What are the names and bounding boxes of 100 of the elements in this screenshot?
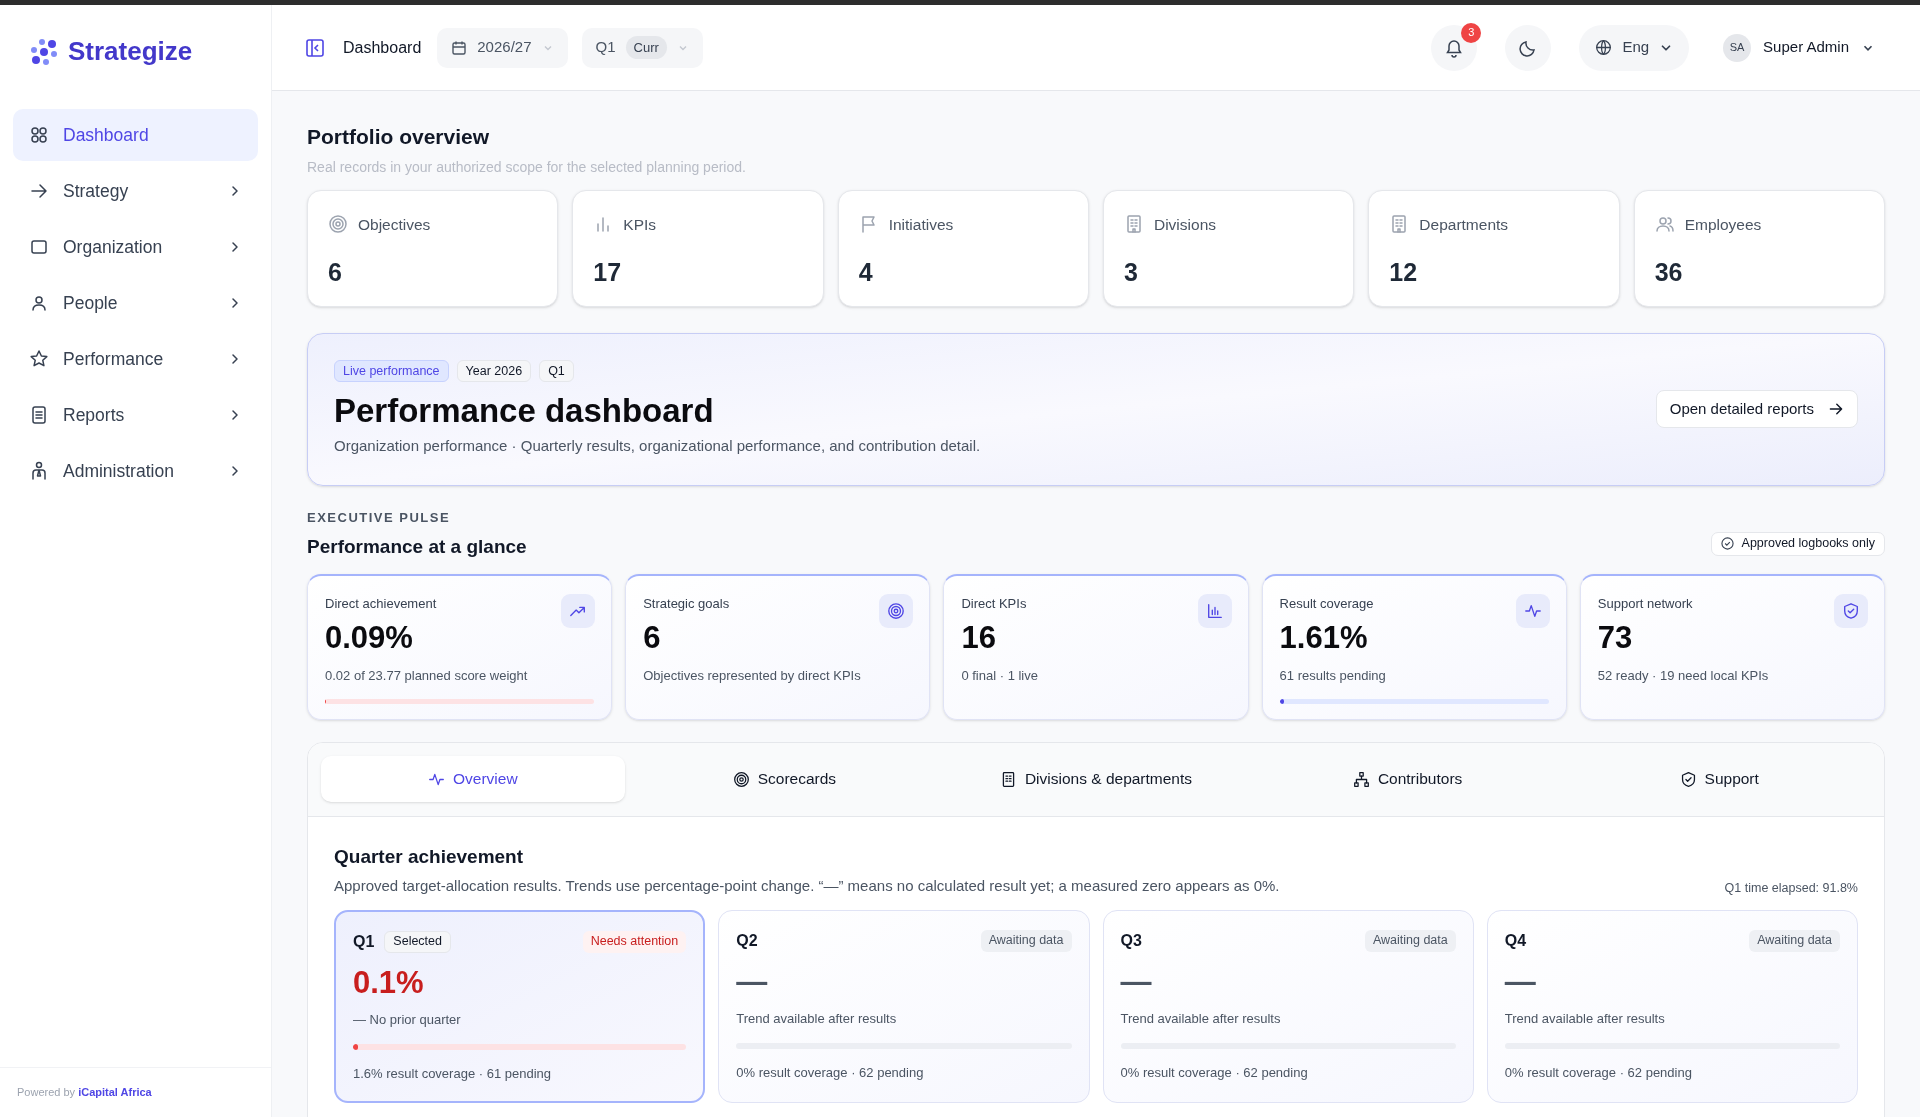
metric-label: Support network [1597, 594, 1693, 613]
metric-note: 52 ready · 19 need local KPIs [1597, 666, 1769, 685]
quarter-label: Q3 [1120, 930, 1142, 951]
star-icon [29, 349, 49, 369]
stat-label: Departments [1419, 214, 1509, 235]
quarter-value: — [736, 962, 768, 1001]
nav-item[interactable]: Dashboard [13, 109, 258, 161]
trend-note: Trend available after results [1504, 1010, 1665, 1029]
quarter-card[interactable]: Q4 Awaiting data — Trend available after results 0% result coverage · 62 pending [1486, 909, 1858, 1103]
status-tag: Awaiting data [1749, 929, 1840, 952]
stat-value: 12 [1389, 256, 1419, 288]
target-icon [732, 770, 750, 788]
tag: Live performance [334, 360, 449, 383]
user-menu[interactable]: SA Super Admin [1711, 24, 1887, 71]
nav-item[interactable]: People [13, 277, 258, 329]
eyebrow-label: EXECUTIVE PULSE [307, 508, 452, 527]
metric-value: 16 [961, 619, 996, 657]
notification-count: 3 [1461, 22, 1482, 43]
globe-icon [1595, 39, 1613, 56]
arrow-right-icon [29, 181, 49, 201]
sidebar-toggle-icon[interactable] [305, 37, 325, 58]
quarter-card[interactable]: Q2 Awaiting data — Trend available after results 0% result coverage · 62 pending [718, 909, 1090, 1103]
dashboard-title: Performance dashboard [334, 391, 715, 432]
stat-value: 3 [1124, 256, 1139, 288]
status-tag: Needs attention [582, 930, 687, 953]
tab[interactable]: Scorecards [632, 756, 937, 802]
status-tag: Awaiting data [980, 929, 1072, 952]
nav-item[interactable]: Strategy [13, 165, 258, 217]
trend-note: — No prior quarter [353, 1011, 461, 1030]
nav-item[interactable]: Organization [13, 221, 258, 273]
quarter-select[interactable]: Q1 Curr [581, 27, 703, 68]
shield-check-icon [1679, 770, 1697, 788]
nav-item[interactable]: Reports [13, 389, 258, 441]
metric-value: 1.61% [1279, 619, 1368, 657]
language-select[interactable]: Eng [1579, 24, 1690, 71]
time-elapsed-label: Q1 time elapsed: 91.8% [1724, 879, 1858, 897]
people-icon [1654, 214, 1675, 235]
calendar-icon [451, 39, 468, 56]
tab[interactable]: Overview [321, 756, 625, 802]
stat-label: Initiatives [888, 214, 954, 235]
quarter-value: — [1120, 962, 1152, 1001]
section-subtitle: Approved target-allocation results. Trends use percentage-point change. “—” means no calculated result yet; a measured zero appears as 0%. [334, 876, 1281, 896]
logo-icon [28, 36, 60, 66]
section-title: Quarter achievement [334, 844, 525, 869]
stat-label: Objectives [358, 214, 431, 235]
coverage-note: 0% result coverage · 62 pending [1120, 1063, 1308, 1082]
metric-note: 0.02 of 23.77 planned score weight [325, 666, 528, 685]
quarter-card[interactable]: Q3 Awaiting data — Trend available after results 0% result coverage · 62 pending [1102, 909, 1474, 1103]
metric-note: 0 final · 1 live [961, 666, 1038, 685]
shield-check-icon [1842, 601, 1860, 620]
status-tag: Awaiting data [1364, 929, 1456, 952]
trend-note: Trend available after results [1120, 1010, 1281, 1029]
arrow-right-icon [1828, 401, 1844, 417]
section-subtitle: Real records in your authorized scope for the selected planning period. [307, 157, 747, 177]
tab[interactable]: Divisions & departments [944, 756, 1248, 802]
stat-label: Employees [1684, 214, 1762, 235]
document-icon [29, 405, 49, 425]
coverage-note: 0% result coverage · 62 pending [1504, 1063, 1692, 1082]
metric-value: 73 [1597, 619, 1633, 657]
quarter-card[interactable]: Q1 Selected Needs attention 0.1% — No prior quarter 1.6% result coverage · 61 pending [334, 909, 706, 1103]
stat-label: Divisions [1154, 214, 1216, 235]
open-reports-button[interactable]: Open detailed reports [1655, 390, 1858, 428]
building-icon [1124, 214, 1144, 235]
quarter-value: — [1504, 962, 1536, 1001]
check-circle-icon [1720, 537, 1734, 550]
section-title: Portfolio overview [307, 124, 491, 150]
stat-value: 4 [858, 256, 874, 288]
tag: Year 2026 [456, 360, 532, 383]
coverage-note: 1.6% result coverage · 61 pending [353, 1064, 551, 1083]
powered-by-text: Powered by iCapital Africa [17, 1085, 152, 1101]
person-icon [29, 293, 49, 313]
selected-tag: Selected [384, 930, 451, 953]
metric-label: Direct KPIs [961, 594, 1027, 613]
user-avatar: SA [1723, 33, 1752, 62]
stat-value: 6 [328, 256, 343, 288]
tab[interactable]: Support [1567, 756, 1871, 802]
metric-label: Result coverage [1279, 594, 1374, 613]
hierarchy-icon [1352, 770, 1370, 788]
grid-icon [29, 125, 49, 145]
trend-note: Trend available after results [736, 1010, 897, 1029]
bar-chart-icon [1205, 601, 1224, 620]
square-icon [29, 237, 49, 257]
tab[interactable]: Contributors [1255, 756, 1560, 802]
metric-value: 6 [643, 619, 661, 657]
nav-item[interactable]: Administration [13, 445, 258, 497]
quarter-label: Q4 [1504, 930, 1527, 951]
nav-item[interactable]: Performance [13, 333, 258, 385]
dashboard-subtitle: Organization performance · Quarterly results, organizational performance, and contribution detail. [334, 436, 982, 457]
filter-badge: Approved logbooks only [1710, 531, 1885, 556]
current-badge: Curr [625, 35, 667, 60]
brand-name: Strategize [68, 34, 193, 68]
metric-note: Objectives represented by direct KPIs [643, 666, 861, 685]
quarter-label: Q2 [736, 930, 758, 951]
section-title: Performance at a glance [307, 535, 528, 559]
quarter-label: Q1 [353, 931, 375, 952]
stat-value: 17 [593, 256, 623, 288]
metric-note: 61 results pending [1279, 666, 1386, 685]
year-select[interactable]: 2026/27 [437, 27, 568, 68]
notifications-button[interactable]: 3 [1431, 24, 1478, 71]
stat-label: KPIs [623, 214, 657, 235]
